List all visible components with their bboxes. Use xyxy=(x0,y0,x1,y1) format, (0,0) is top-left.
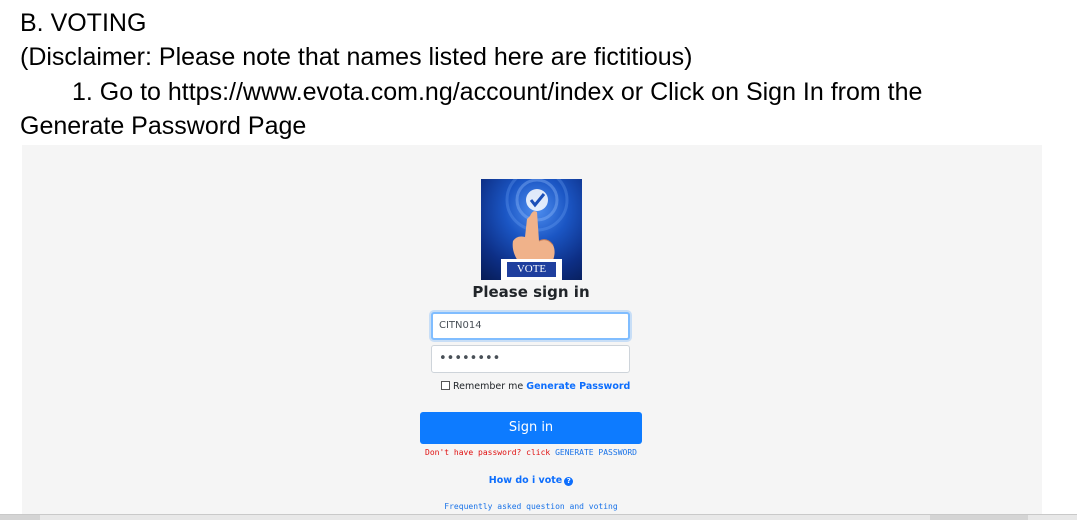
section-heading: B. VOTING xyxy=(20,9,147,37)
document-page: B. VOTING (Disclaimer: Please note that … xyxy=(0,0,1077,520)
step-1-continuation: Generate Password Page xyxy=(20,112,307,140)
vote-logo: VOTE xyxy=(481,179,582,280)
disclaimer-text: (Disclaimer: Please note that names list… xyxy=(20,43,693,71)
scrollbar-thumb[interactable] xyxy=(930,515,1028,520)
question-icon: ? xyxy=(564,477,574,486)
how-do-i-vote-link[interactable]: How do i vote? xyxy=(420,474,642,488)
bottom-scrollbar[interactable] xyxy=(0,514,1077,520)
signin-title: Please sign in xyxy=(472,283,590,301)
remember-row: Remember me Generate Password xyxy=(441,381,630,393)
no-password-note: Don't have password? click GENERATE PASS… xyxy=(420,446,642,460)
step-1-text: 1. Go to https://www.evota.com.ng/accoun… xyxy=(72,78,923,106)
login-screenshot: VOTE Please sign in CITN014 •••••••• Rem… xyxy=(22,145,1042,520)
remember-label: Remember me xyxy=(453,381,524,392)
scrollbar-left-segment xyxy=(0,515,40,520)
generate-password-caps-link[interactable]: GENERATE PASSWORD xyxy=(555,448,637,457)
username-input[interactable]: CITN014 xyxy=(431,312,630,340)
remember-checkbox[interactable] xyxy=(441,381,450,390)
password-input[interactable]: •••••••• xyxy=(431,345,630,373)
no-password-text: Don't have password? click xyxy=(425,448,551,457)
how-do-i-vote-label: How do i vote xyxy=(488,475,563,486)
vote-label-box: VOTE xyxy=(501,259,562,280)
generate-password-link[interactable]: Generate Password xyxy=(526,381,630,392)
signin-button[interactable]: Sign in xyxy=(420,412,642,444)
vote-label: VOTE xyxy=(507,262,556,277)
faq-link[interactable]: Frequently asked question and voting xyxy=(420,501,642,513)
